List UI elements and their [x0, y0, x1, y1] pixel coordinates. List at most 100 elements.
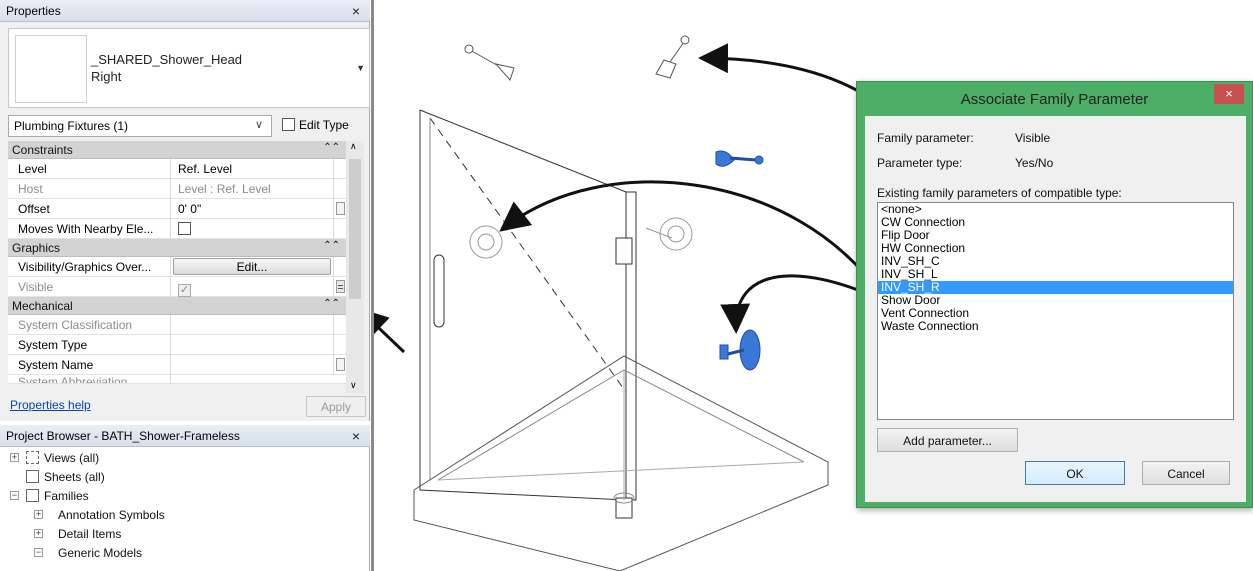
property-name: Visibility/Graphics Over... — [8, 257, 171, 277]
associate-parameter-button[interactable] — [336, 280, 345, 293]
property-row-level[interactable]: Level Ref. Level — [8, 159, 346, 179]
list-item[interactable]: Waste Connection — [878, 320, 1233, 333]
property-row-system-type[interactable]: System Type — [8, 335, 346, 355]
tree-label: Generic Models — [58, 546, 143, 560]
property-value — [172, 315, 332, 335]
property-name: Moves With Nearby Ele... — [8, 219, 171, 239]
tree-item-families[interactable]: − Families — [8, 487, 370, 506]
scrollbar-thumb[interactable] — [349, 159, 361, 299]
property-value[interactable] — [172, 335, 332, 355]
family-parameter-label: Family parameter: — [877, 131, 974, 145]
associate-parameter-button[interactable] — [336, 358, 345, 371]
close-icon[interactable]: × — [352, 3, 360, 19]
property-row-offset[interactable]: Offset 0' 0" — [8, 199, 346, 219]
families-icon — [26, 489, 39, 502]
property-row-host: Host Level : Ref. Level — [8, 179, 346, 199]
associate-param-cell — [333, 277, 346, 297]
properties-help-link[interactable]: Properties help — [10, 398, 91, 412]
collapse-icon[interactable]: ⌃⌃ — [323, 298, 340, 309]
property-value[interactable]: 0' 0" — [172, 199, 332, 219]
tree-label: Detail Items — [58, 527, 122, 541]
edit-button[interactable]: Edit... — [173, 258, 331, 275]
parameters-listbox[interactable]: <none> CW Connection Flip Door HW Connec… — [877, 202, 1234, 420]
edit-type-label: Edit Type — [299, 118, 349, 132]
properties-scrollbar[interactable]: ∧ ∨ — [346, 141, 364, 393]
property-name: System Classification — [8, 315, 171, 335]
parameter-type-label: Parameter type: — [877, 156, 963, 170]
section-label: Constraints — [12, 143, 73, 157]
edit-type-button[interactable]: Edit Type — [278, 115, 366, 137]
browser-tree: + Views (all) Sheets (all) − Families + … — [8, 449, 370, 563]
shower-head-left — [464, 44, 515, 81]
apply-button[interactable]: Apply — [306, 396, 366, 417]
existing-parameters-label: Existing family parameters of compatible… — [877, 186, 1122, 200]
section-graphics[interactable]: Graphics ⌃⌃ — [8, 239, 346, 257]
tree-label: Families — [44, 489, 89, 503]
shower-enclosure — [413, 109, 829, 571]
ok-button[interactable]: OK — [1025, 461, 1125, 485]
tree-item-views[interactable]: + Views (all) — [8, 449, 370, 468]
section-label: Graphics — [12, 241, 61, 255]
expand-icon[interactable]: + — [34, 510, 43, 519]
property-value[interactable]: Ref. Level — [172, 159, 332, 179]
associate-family-parameter-dialog: Associate Family Parameter × Family para… — [856, 81, 1253, 508]
moves-checkbox[interactable] — [178, 222, 191, 235]
collapse-tree-icon[interactable]: − — [10, 491, 19, 500]
properties-title: Properties — [6, 4, 61, 18]
associate-param-cell — [333, 315, 346, 335]
property-row-system-abbreviation: System Abbreviation — [8, 375, 346, 384]
properties-footer: Properties help Apply — [8, 394, 370, 419]
property-row-system-name[interactable]: System Name — [8, 355, 346, 375]
collapse-icon[interactable]: ⌃⌃ — [323, 240, 340, 251]
add-parameter-button[interactable]: Add parameter... — [877, 428, 1018, 452]
property-name: System Name — [8, 355, 171, 375]
dialog-title: Associate Family Parameter — [960, 91, 1149, 108]
property-name: System Type — [8, 335, 171, 355]
tree-item-sheets[interactable]: Sheets (all) — [8, 468, 370, 487]
collapse-icon[interactable]: ⌃⌃ — [323, 142, 340, 153]
section-constraints[interactable]: Constraints ⌃⌃ — [8, 141, 346, 159]
family-name: _SHARED_Shower_Head — [91, 52, 243, 67]
collapse-tree-icon[interactable]: − — [34, 548, 43, 557]
properties-title-bar: Properties × — [0, 0, 370, 22]
associate-param-cell — [333, 355, 346, 375]
dialog-body: Family parameter: Visible Parameter type… — [865, 116, 1246, 502]
expand-icon[interactable]: + — [10, 453, 19, 462]
property-row-visibility-graphics[interactable]: Visibility/Graphics Over... Edit... — [8, 257, 346, 277]
section-mechanical[interactable]: Mechanical ⌃⌃ — [8, 297, 346, 315]
property-value: Edit... — [172, 257, 332, 277]
type-selector[interactable]: _SHARED_Shower_Head Right ▼ — [8, 28, 370, 108]
category-filter-dropdown[interactable]: Plumbing Fixtures (1) ∨ — [8, 115, 272, 137]
property-row-moves-with-nearby[interactable]: Moves With Nearby Ele... — [8, 219, 346, 239]
tree-item-annotation-symbols[interactable]: + Annotation Symbols — [8, 506, 370, 525]
tree-item-generic-models[interactable]: − Generic Models — [8, 544, 370, 563]
section-label: Mechanical — [12, 299, 73, 313]
scroll-up-icon[interactable]: ∧ — [350, 141, 357, 152]
property-value[interactable] — [172, 219, 332, 239]
chevron-down-icon: ∨ — [254, 119, 263, 131]
dialog-close-button[interactable]: × — [1214, 84, 1244, 104]
browser-title-bar: Project Browser - BATH_Shower-Frameless … — [0, 425, 370, 447]
associate-param-cell — [333, 219, 346, 239]
dropdown-arrow-icon[interactable]: ▼ — [356, 63, 365, 73]
property-name: Offset — [8, 199, 171, 219]
properties-grid: Constraints ⌃⌃ Level Ref. Level Host Lev… — [8, 141, 346, 384]
sheet-icon — [26, 470, 39, 483]
list-item[interactable]: CW Connection — [878, 216, 1233, 229]
views-icon — [26, 451, 39, 464]
scroll-down-icon[interactable]: ∨ — [350, 380, 357, 391]
associate-param-cell — [333, 335, 346, 355]
tree-item-detail-items[interactable]: + Detail Items — [8, 525, 370, 544]
property-name: Visible — [8, 277, 171, 297]
callout-arrows — [357, 43, 941, 354]
property-value[interactable] — [172, 355, 332, 375]
expand-icon[interactable]: + — [34, 529, 43, 538]
shower-head-right — [655, 35, 690, 79]
property-name: Host — [8, 179, 171, 199]
property-row-visible[interactable]: Visible — [8, 277, 346, 297]
property-row-system-classification: System Classification — [8, 315, 346, 335]
cancel-button[interactable]: Cancel — [1142, 461, 1230, 485]
associate-parameter-button[interactable] — [336, 202, 345, 215]
category-row: Plumbing Fixtures (1) ∨ Edit Type — [8, 113, 370, 139]
close-icon[interactable]: × — [352, 428, 360, 444]
